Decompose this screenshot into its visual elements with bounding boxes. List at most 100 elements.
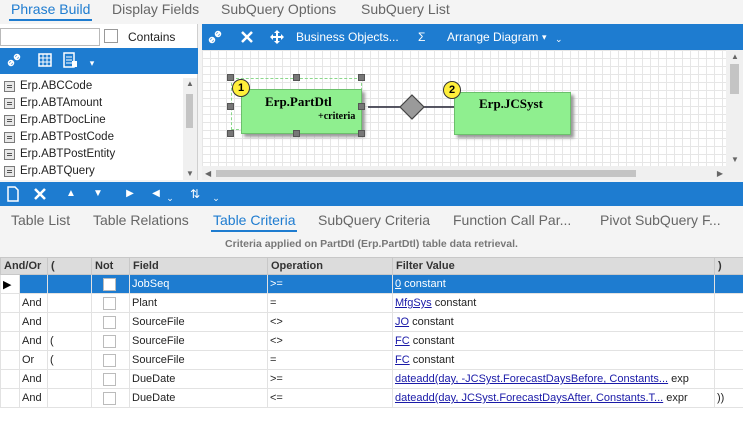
tab-pivot-subquery[interactable]: Pivot SubQuery F... <box>600 212 721 228</box>
scroll-left-icon[interactable]: ◀ <box>205 169 211 178</box>
not-checkbox[interactable] <box>103 334 116 348</box>
tab-table-list[interactable]: Table List <box>11 212 70 228</box>
chevron-down-icon[interactable]: ▾ <box>542 32 547 43</box>
filter-value-link[interactable]: MfgSys <box>395 297 432 309</box>
filter-value-link[interactable]: JO <box>395 316 409 328</box>
cell-andor[interactable]: And <box>19 331 48 351</box>
cell-open-paren[interactable]: ( <box>47 331 92 351</box>
cell-not[interactable] <box>91 312 130 332</box>
filter-value-link[interactable]: FC <box>395 354 410 366</box>
diagram-node-jcsyst[interactable]: Erp.JCSyst <box>454 92 571 135</box>
cell-open-paren[interactable] <box>47 369 92 389</box>
resize-handle[interactable] <box>227 130 234 137</box>
cell-not[interactable] <box>91 274 130 294</box>
contains-checkbox[interactable] <box>104 29 118 43</box>
scroll-right-icon[interactable]: ▶ <box>717 169 723 178</box>
list-item[interactable]: Erp.ABCCode <box>0 78 184 95</box>
delete-icon[interactable] <box>32 186 48 206</box>
resize-handle[interactable] <box>293 74 300 81</box>
tab-table-relations[interactable]: Table Relations <box>93 212 189 228</box>
column-header-andor[interactable]: And/Or <box>0 257 48 275</box>
list-item[interactable]: Erp.ABTPostEntity <box>0 146 184 163</box>
table-search-input[interactable] <box>0 28 100 46</box>
column-header-filter-value[interactable]: Filter Value <box>392 257 715 275</box>
cell-field[interactable]: SourceFile <box>129 312 268 332</box>
list-item[interactable]: Erp.ABTQuery <box>0 163 184 180</box>
resize-handle[interactable] <box>358 74 365 81</box>
not-checkbox[interactable] <box>103 315 116 329</box>
cell-andor[interactable]: And <box>19 293 48 313</box>
list-item[interactable]: Erp.ABTDocLine <box>0 112 184 129</box>
table-row[interactable]: And SourceFile <> JO constant <box>0 312 743 332</box>
cell-filter-value[interactable]: 0 constant <box>392 274 715 294</box>
sigma-icon[interactable]: Σ <box>418 30 425 44</box>
resize-handle[interactable] <box>227 103 234 110</box>
cell-operation[interactable]: >= <box>267 369 393 389</box>
cell-not[interactable] <box>91 388 130 408</box>
table-row[interactable]: Or ( SourceFile = FC constant <box>0 350 743 370</box>
table-row[interactable]: And DueDate <= dateadd(day, JCSyst.Forec… <box>0 388 743 408</box>
chevron-down-icon[interactable]: ▾ <box>84 55 100 71</box>
cell-filter-value[interactable]: dateadd(day, JCSyst.ForecastDaysAfter, C… <box>392 388 715 408</box>
cell-operation[interactable]: <= <box>267 388 393 408</box>
cell-open-paren[interactable] <box>47 293 92 313</box>
cell-field[interactable]: SourceFile <box>129 331 268 351</box>
scroll-thumb[interactable] <box>186 94 193 128</box>
resize-handle[interactable] <box>293 130 300 137</box>
business-objects-button[interactable]: Business Objects... <box>296 30 399 44</box>
scroll-thumb[interactable] <box>730 64 739 94</box>
filter-value-link[interactable]: dateadd(day, JCSyst.ForecastDaysAfter, C… <box>395 392 663 404</box>
scroll-down-icon[interactable]: ▼ <box>186 170 194 178</box>
more-chevron-icon[interactable]: ⌄ <box>555 34 563 45</box>
link-icon[interactable] <box>207 29 223 48</box>
move-up-icon[interactable]: ▲ <box>63 186 79 202</box>
grid-icon[interactable] <box>37 52 53 68</box>
list-item[interactable]: Erp.ABTPostCode <box>0 129 184 146</box>
cell-field[interactable]: DueDate <box>129 388 268 408</box>
not-checkbox[interactable] <box>103 372 116 386</box>
cell-not[interactable] <box>91 331 130 351</box>
table-list-scrollbar[interactable]: ▲ ▼ <box>183 78 197 180</box>
cell-open-paren[interactable] <box>47 274 92 294</box>
resize-handle[interactable] <box>227 74 234 81</box>
cell-operation[interactable]: >= <box>267 274 393 294</box>
not-checkbox[interactable] <box>103 353 116 367</box>
cell-filter-value[interactable]: FC constant <box>392 331 715 351</box>
cell-close-paren[interactable] <box>714 293 743 313</box>
cell-andor[interactable]: And <box>19 312 48 332</box>
column-header-field[interactable]: Field <box>129 257 268 275</box>
chevron-down-icon[interactable]: ⌄ <box>162 190 178 206</box>
resize-handle[interactable] <box>358 130 365 137</box>
cell-not[interactable] <box>91 293 130 313</box>
column-header-open-paren[interactable]: ( <box>47 257 92 275</box>
tab-table-criteria[interactable]: Table Criteria <box>210 212 298 232</box>
table-row[interactable]: And ( SourceFile <> FC constant <box>0 331 743 351</box>
move-down-icon[interactable]: ▼ <box>90 186 106 202</box>
table-row[interactable]: ▶ JobSeq >= 0 constant <box>0 274 743 294</box>
tab-display-fields[interactable]: Display Fields <box>112 1 199 17</box>
not-checkbox[interactable] <box>103 391 116 405</box>
column-header-operation[interactable]: Operation <box>267 257 393 275</box>
cell-filter-value[interactable]: JO constant <box>392 312 715 332</box>
cell-operation[interactable]: = <box>267 350 393 370</box>
tab-phrase-build[interactable]: Phrase Build <box>8 1 93 21</box>
cell-not[interactable] <box>91 369 130 389</box>
cell-operation[interactable]: = <box>267 293 393 313</box>
table-row[interactable]: And Plant = MfgSys constant <box>0 293 743 313</box>
not-checkbox[interactable] <box>103 277 116 291</box>
cell-operation[interactable]: <> <box>267 312 393 332</box>
scroll-up-icon[interactable]: ▲ <box>186 80 194 88</box>
list-item[interactable]: Erp.ABTAmount <box>0 95 184 112</box>
diagram-vertical-scrollbar[interactable]: ▲ ▼ <box>726 50 743 180</box>
diagram-canvas[interactable]: Erp.PartDtl +criteria 1 Erp.JCSyst 2 <box>202 50 726 180</box>
delete-icon[interactable] <box>239 29 255 48</box>
cell-open-paren[interactable] <box>47 388 92 408</box>
scroll-thumb[interactable] <box>216 170 636 177</box>
diagram-horizontal-scrollbar[interactable]: ◀ ▶ <box>202 166 726 180</box>
tab-subquery-list[interactable]: SubQuery List <box>361 1 450 17</box>
cell-andor[interactable] <box>19 274 48 294</box>
tab-subquery-criteria[interactable]: SubQuery Criteria <box>318 212 430 228</box>
cell-field[interactable]: JobSeq <box>129 274 268 294</box>
cell-field[interactable]: DueDate <box>129 369 268 389</box>
resize-handle[interactable] <box>358 103 365 110</box>
